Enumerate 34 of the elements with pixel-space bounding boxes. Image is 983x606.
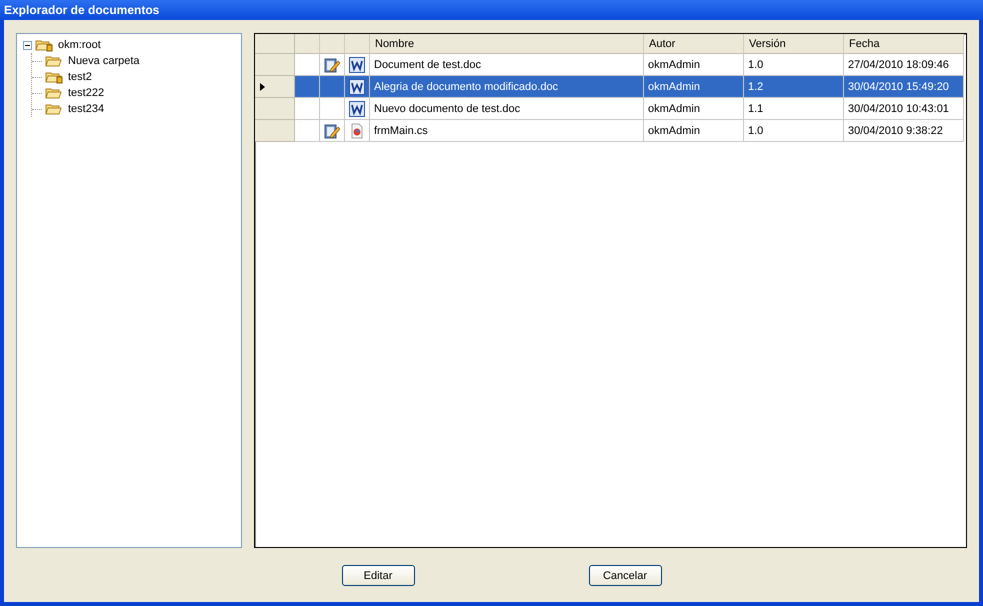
- row-header[interactable]: [255, 76, 295, 98]
- table-cell: 30/04/2010 10:43:01: [844, 98, 964, 120]
- column-header[interactable]: [320, 34, 345, 54]
- column-header[interactable]: [295, 34, 320, 54]
- current-row-icon: [260, 82, 265, 90]
- window-title: Explorador de documentos: [4, 3, 160, 17]
- table-cell: 1.0: [744, 120, 844, 142]
- dialog-button[interactable]: Cancelar: [588, 565, 662, 586]
- column-header[interactable]: Versión: [744, 34, 844, 54]
- table-cell: okmAdmin: [644, 98, 744, 120]
- row-header: [255, 34, 295, 54]
- column-header[interactable]: Autor: [644, 34, 744, 54]
- table-cell: 30/04/2010 9:38:22: [844, 120, 964, 142]
- column-header[interactable]: Nombre: [370, 34, 644, 54]
- table-cell: Nuevo documento de test.doc: [370, 98, 644, 120]
- table-cell: 30/04/2010 15:49:20: [844, 76, 964, 98]
- table-row[interactable]: Alegria de documento modificado.doc okmAdmin 1.2 30/04/2010 15:49:20: [255, 76, 966, 98]
- table-row[interactable]: frmMain.cs okmAdmin 1.0 30/04/2010 9:38:22: [255, 120, 966, 142]
- table-cell: Alegria de documento modificado.doc: [370, 76, 644, 98]
- table-cell: 1.2: [744, 76, 844, 98]
- table-cell: okmAdmin: [644, 76, 744, 98]
- table-cell: frmMain.cs: [370, 120, 644, 142]
- collapse-icon[interactable]: [23, 40, 32, 50]
- tree-item[interactable]: test234: [66, 103, 106, 115]
- dialog-button[interactable]: Editar: [342, 565, 414, 586]
- table-row[interactable]: Nuevo documento de test.doc okmAdmin 1.1 30/04/2010 10:43:01: [255, 98, 966, 120]
- tree-item[interactable]: okm:root: [56, 39, 103, 51]
- tree-item[interactable]: test222: [66, 87, 106, 99]
- table-cell: okmAdmin: [644, 120, 744, 142]
- tree-item[interactable]: Nueva carpeta: [66, 55, 142, 67]
- table-cell: 1.1: [744, 98, 844, 120]
- column-header[interactable]: Fecha: [844, 34, 964, 54]
- tree-item[interactable]: test2: [66, 71, 94, 83]
- column-header[interactable]: [345, 34, 370, 54]
